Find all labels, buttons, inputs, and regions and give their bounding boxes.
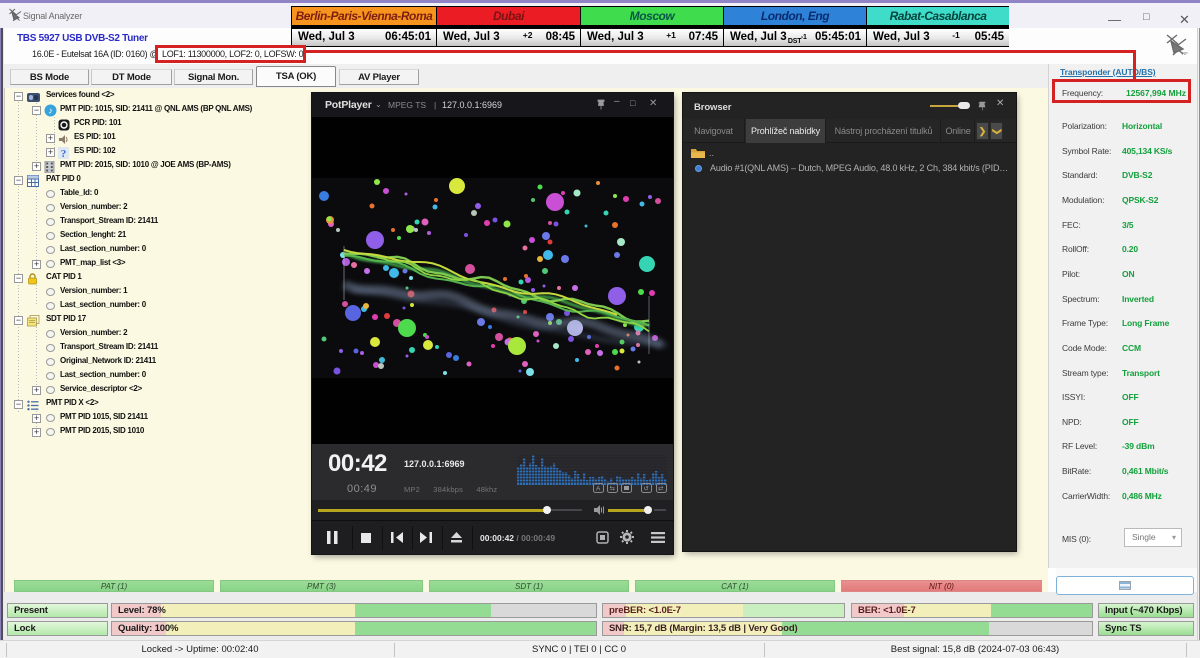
svg-text:RF: RF: [1182, 51, 1188, 56]
svg-text:⇆: ⇆: [610, 486, 616, 493]
svg-text:?: ?: [61, 148, 67, 159]
svg-text:♪: ♪: [48, 106, 53, 116]
svg-text:A: A: [596, 486, 601, 493]
svg-text:⇄: ⇄: [658, 486, 664, 493]
svg-text:↺: ↺: [644, 486, 650, 493]
